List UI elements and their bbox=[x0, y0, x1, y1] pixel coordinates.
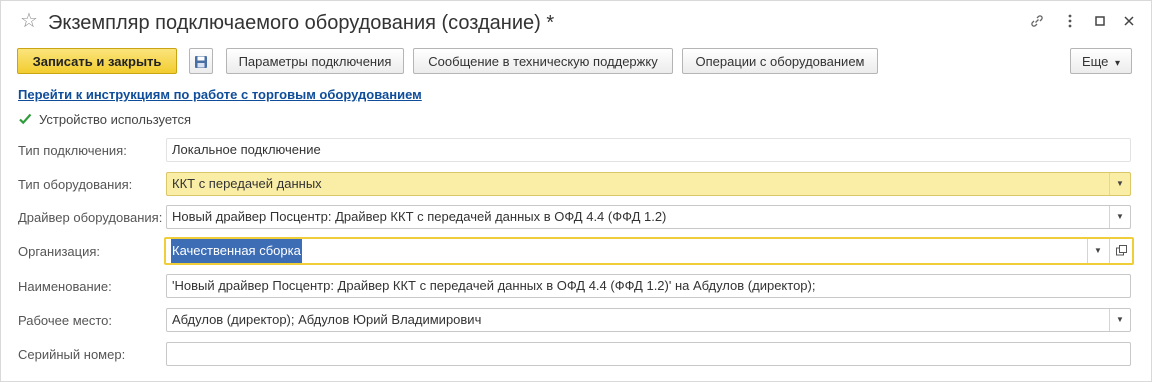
chevron-down-icon[interactable]: ▼ bbox=[1109, 309, 1130, 331]
more-label: Еще bbox=[1081, 54, 1109, 69]
equipment-operations-button[interactable]: Операции с оборудованием bbox=[682, 48, 878, 74]
close-icon[interactable] bbox=[1120, 13, 1138, 31]
device-used-label: Устройство используется bbox=[39, 112, 192, 127]
driver-label: Драйвер оборудования: bbox=[18, 210, 163, 225]
serial-label: Серийный номер: bbox=[18, 347, 126, 362]
save-button[interactable] bbox=[189, 48, 213, 74]
organization-value: Качественная сборка bbox=[171, 239, 302, 263]
connection-type-value: Локальное подключение bbox=[172, 142, 321, 157]
driver-value: Новый драйвер Посцентр: Драйвер ККТ с пе… bbox=[172, 209, 667, 224]
save-and-close-button[interactable]: Записать и закрыть bbox=[17, 48, 177, 74]
chevron-down-icon: ▾ bbox=[1115, 58, 1121, 69]
chevron-down-icon[interactable]: ▼ bbox=[1109, 173, 1130, 195]
more-button[interactable]: Еще ▾ bbox=[1070, 48, 1132, 74]
driver-field[interactable]: Новый драйвер Посцентр: Драйвер ККТ с пе… bbox=[166, 205, 1131, 229]
equipment-type-field[interactable]: ККТ с передачей данных ▼ bbox=[166, 172, 1131, 196]
floppy-disk-icon bbox=[194, 56, 208, 72]
title-bar: ☆ Экземпляр подключаемого оборудования (… bbox=[1, 1, 1151, 43]
window-title: Экземпляр подключаемого оборудования (со… bbox=[48, 12, 555, 34]
device-used-checkbox[interactable] bbox=[18, 112, 32, 126]
link-icon[interactable] bbox=[1028, 13, 1046, 31]
maximize-icon[interactable] bbox=[1091, 13, 1109, 31]
connection-type-field: Локальное подключение bbox=[166, 138, 1131, 162]
chevron-down-icon[interactable]: ▼ bbox=[1087, 239, 1108, 263]
equipment-type-label: Тип оборудования: bbox=[18, 177, 133, 192]
equipment-type-value: ККТ с передачей данных bbox=[172, 176, 322, 191]
workplace-field[interactable]: Абдулов (директор); Абдулов Юрий Владими… bbox=[166, 308, 1131, 332]
workplace-value: Абдулов (директор); Абдулов Юрий Владими… bbox=[172, 312, 482, 327]
serial-field[interactable] bbox=[166, 342, 1131, 366]
organization-label: Организация: bbox=[18, 244, 101, 259]
name-label: Наименование: bbox=[18, 279, 112, 294]
support-message-button[interactable]: Сообщение в техническую поддержку bbox=[413, 48, 673, 74]
favorite-star-icon[interactable]: ☆ bbox=[20, 11, 38, 31]
form-window: ☆ Экземпляр подключаемого оборудования (… bbox=[0, 0, 1152, 382]
instructions-link[interactable]: Перейти к инструкциям по работе с торгов… bbox=[18, 87, 422, 102]
chevron-down-icon[interactable]: ▼ bbox=[1109, 206, 1130, 228]
name-value: 'Новый драйвер Посцентр: Драйвер ККТ с п… bbox=[172, 278, 816, 293]
connection-type-label: Тип подключения: bbox=[18, 143, 127, 158]
connection-params-button[interactable]: Параметры подключения bbox=[226, 48, 404, 74]
name-field[interactable]: 'Новый драйвер Посцентр: Драйвер ККТ с п… bbox=[166, 274, 1131, 298]
open-form-icon[interactable] bbox=[1109, 239, 1132, 263]
workplace-label: Рабочее место: bbox=[18, 313, 113, 328]
organization-field[interactable]: Качественная сборка ▼ bbox=[164, 237, 1134, 265]
more-vertical-icon[interactable] bbox=[1061, 13, 1079, 31]
